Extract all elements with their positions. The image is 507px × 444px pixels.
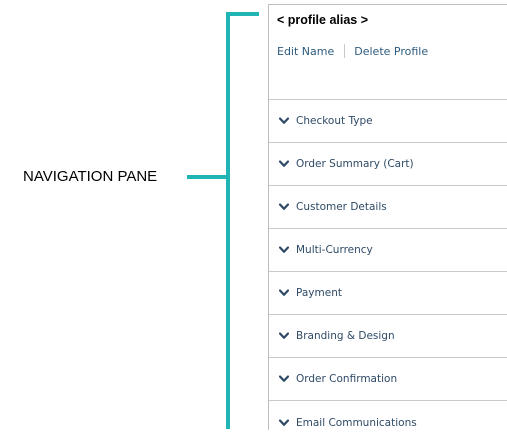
nav-item-email-communications[interactable]: Email Communications xyxy=(269,401,507,444)
nav-item-payment[interactable]: Payment xyxy=(269,272,507,315)
chevron-down-icon xyxy=(278,202,290,212)
nav-item-label: Branding & Design xyxy=(296,330,395,342)
chevron-down-icon xyxy=(278,418,290,428)
nav-item-branding-design[interactable]: Branding & Design xyxy=(269,315,507,358)
nav-item-label: Order Summary (Cart) xyxy=(296,158,414,170)
nav-item-checkout-type[interactable]: Checkout Type xyxy=(269,100,507,143)
nav-item-multi-currency[interactable]: Multi-Currency xyxy=(269,229,507,272)
nav-item-order-summary[interactable]: Order Summary (Cart) xyxy=(269,143,507,186)
annotation-bracket-vertical xyxy=(226,12,230,429)
navigation-pane: < profile alias > Edit Name Delete Profi… xyxy=(268,4,507,430)
navigation-pane-annotation-label: NAVIGATION PANE xyxy=(23,168,158,185)
chevron-down-icon xyxy=(278,374,290,384)
nav-item-label: Order Confirmation xyxy=(296,373,398,385)
nav-item-label: Customer Details xyxy=(296,201,387,213)
chevron-down-icon xyxy=(278,331,290,341)
annotation-bracket-top xyxy=(226,12,259,16)
actions-separator xyxy=(344,44,346,58)
chevron-down-icon xyxy=(278,245,290,255)
edit-name-link[interactable]: Edit Name xyxy=(277,45,334,58)
chevron-down-icon xyxy=(278,159,290,169)
nav-item-label: Email Communications xyxy=(296,416,417,429)
nav-item-label: Payment xyxy=(296,287,342,299)
nav-item-customer-details[interactable]: Customer Details xyxy=(269,186,507,229)
chevron-down-icon xyxy=(278,116,290,126)
profile-alias-title: < profile alias > xyxy=(277,13,369,27)
nav-item-order-confirmation[interactable]: Order Confirmation xyxy=(269,358,507,401)
nav-item-label: Checkout Type xyxy=(296,115,373,127)
annotation-connector-line xyxy=(187,175,229,179)
profile-actions: Edit Name Delete Profile xyxy=(277,44,428,58)
nav-item-label: Multi-Currency xyxy=(296,244,373,256)
chevron-down-icon xyxy=(278,288,290,298)
delete-profile-link[interactable]: Delete Profile xyxy=(354,45,428,58)
